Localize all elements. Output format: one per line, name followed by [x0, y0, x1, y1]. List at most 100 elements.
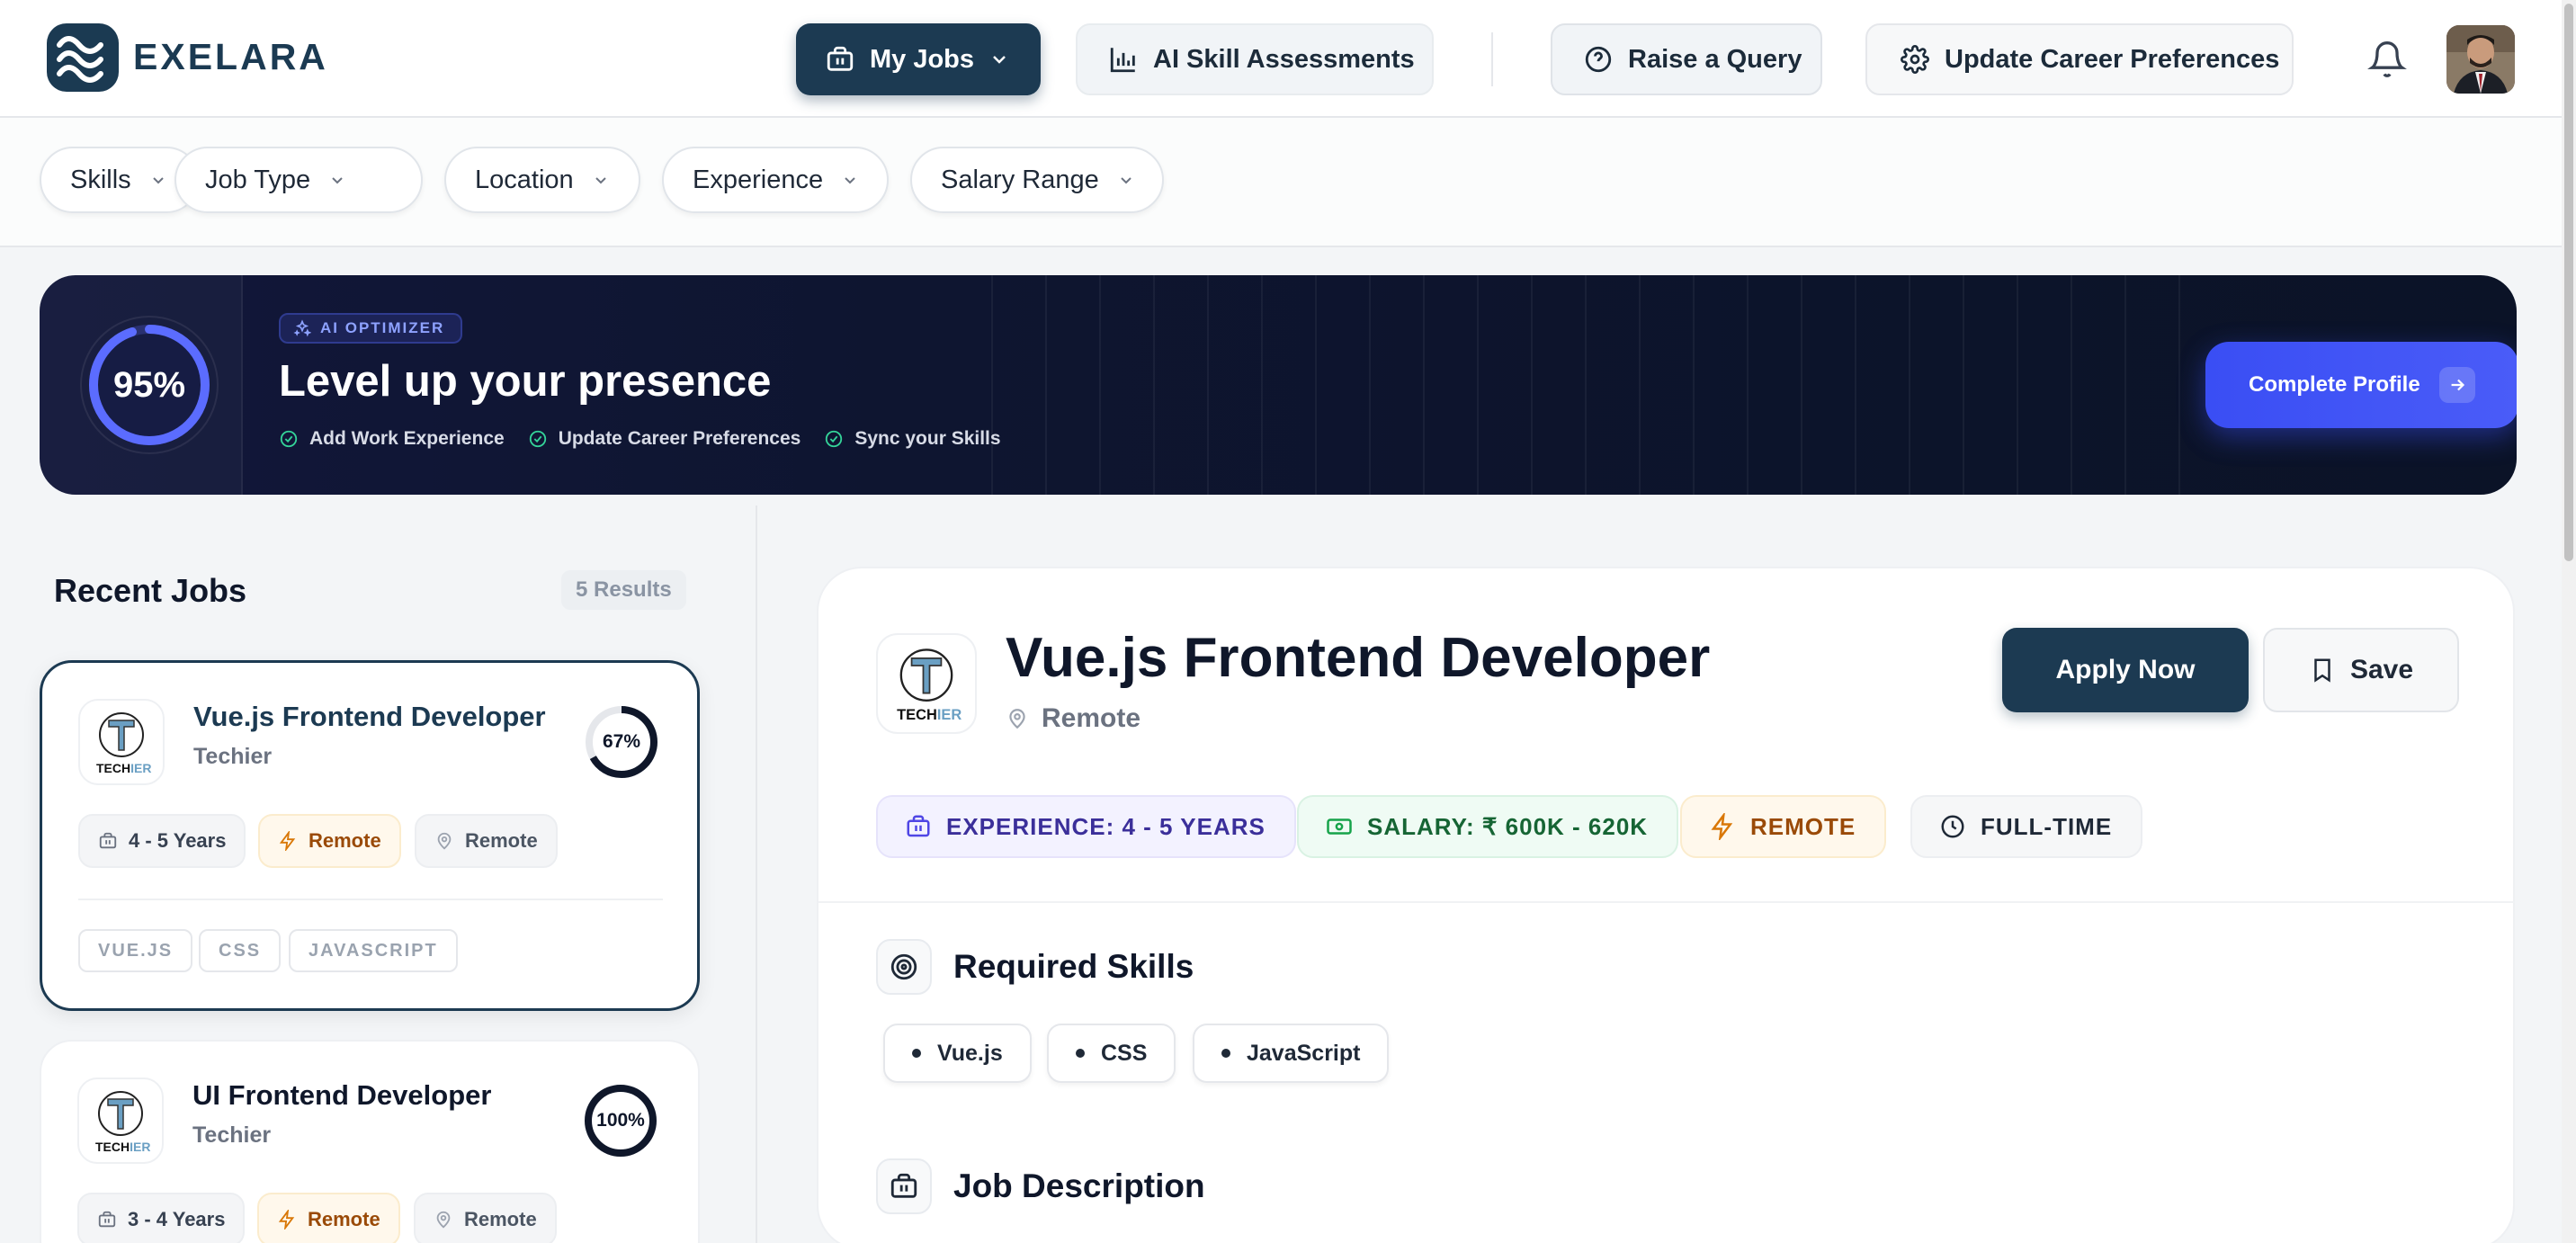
notification-bell-icon[interactable]	[2367, 40, 2407, 79]
company-logo: TECHIER	[77, 1078, 164, 1164]
scrollbar-thumb[interactable]	[2564, 4, 2573, 561]
remote-chip: Remote	[257, 1193, 400, 1243]
logo-text-main: TECH	[96, 761, 130, 775]
bookmark-icon	[2314, 658, 2330, 683]
chevron-down-icon	[987, 42, 1012, 76]
location-chip: Remote	[414, 1193, 557, 1243]
nav-my-jobs-button[interactable]: My Jobs	[796, 23, 1041, 95]
brand-name: EXELARA	[133, 36, 328, 77]
raise-query-label: Raise a Query	[1628, 44, 1802, 74]
logo-text-accent: IER	[937, 707, 962, 723]
bullet-dot	[912, 1049, 921, 1058]
skill-tag: VUE.JS	[78, 929, 193, 972]
complete-profile-button[interactable]: Complete Profile	[2205, 342, 2517, 428]
check-circle-icon	[280, 430, 298, 448]
filter-job-type[interactable]: Job Type	[174, 147, 423, 213]
update-career-preferences-label: Update Career Preferences	[1945, 44, 2280, 74]
remote-chip: Remote	[258, 814, 401, 868]
section-divider	[818, 901, 2515, 903]
experience-detail-label: EXPERIENCE: 4 - 5 YEARS	[946, 812, 1266, 840]
job-detail-panel: TECHIER Vue.js Frontend Developer Remote…	[817, 567, 2515, 1243]
filter-location[interactable]: Location	[444, 147, 640, 213]
svg-text:TECHIER: TECHIER	[95, 1140, 150, 1154]
sparkles-icon	[293, 319, 311, 337]
svg-text:TECHIER: TECHIER	[897, 707, 962, 723]
banknote-icon	[1327, 818, 1352, 835]
remote-detail-chip: REMOTE	[1680, 795, 1887, 858]
check-circle-icon	[826, 430, 843, 448]
job-type-detail-label: FULL-TIME	[1981, 812, 2113, 840]
arrow-right-icon	[2439, 367, 2475, 403]
filter-experience-label: Experience	[693, 165, 824, 194]
filter-job-type-label: Job Type	[205, 165, 311, 194]
page-scrollbar[interactable]	[2562, 0, 2576, 1243]
user-avatar[interactable]	[2446, 25, 2515, 94]
job-card[interactable]: TECHIER Vue.js Frontend Developer Techie…	[40, 660, 700, 1011]
bullet-dot	[1076, 1049, 1085, 1058]
job-detail-location: Remote	[1006, 703, 1140, 734]
card-divider	[78, 899, 663, 900]
nav-divider	[1491, 32, 1493, 86]
profile-checklist: Add Work Experience Update Career Prefer…	[279, 428, 1001, 450]
experience-chip-label: 3 - 4 Years	[128, 1208, 226, 1230]
check-circle-icon	[529, 430, 546, 448]
chevron-down-icon	[1115, 169, 1137, 191]
bar-chart-icon	[1106, 42, 1140, 76]
briefcase-icon	[876, 1158, 932, 1214]
match-score-value: 100%	[596, 1110, 645, 1131]
exelara-logo[interactable]	[43, 20, 122, 95]
logo-text-accent: IER	[130, 1140, 150, 1154]
bullet-dot	[1221, 1049, 1230, 1058]
map-pin-icon	[437, 832, 452, 850]
filter-experience[interactable]: Experience	[662, 147, 889, 213]
required-skill-label: Vue.js	[937, 1040, 1003, 1066]
job-card[interactable]: TECHIER UI Frontend Developer Techier 10…	[40, 1040, 700, 1243]
checklist-item-label: Sync your Skills	[854, 428, 1001, 449]
clock-icon	[1941, 815, 1964, 838]
job-type-detail-chip: FULL-TIME	[1910, 795, 2143, 858]
nav-ai-label: AI Skill Assessments	[1153, 44, 1415, 74]
apply-now-button[interactable]: Apply Now	[2002, 628, 2249, 712]
top-navbar: EXELARA My Jobs AI Skill Assessments Rai…	[0, 0, 2562, 118]
job-detail-location-label: Remote	[1042, 703, 1141, 733]
match-score-value: 67%	[602, 731, 641, 752]
save-label: Save	[2349, 655, 2414, 684]
profile-score-value: 95%	[112, 364, 186, 405]
checklist-item: Add Work Experience	[279, 428, 505, 450]
company-logo: TECHIER	[78, 699, 165, 785]
experience-detail-chip: EXPERIENCE: 4 - 5 YEARS	[876, 795, 1296, 858]
banner-title: Level up your presence	[279, 357, 772, 406]
required-skill-chip: Vue.js	[883, 1024, 1032, 1083]
salary-detail-label: SALARY: ₹ 600K - 620K	[1367, 812, 1649, 840]
profile-optimizer-banner: 95% AI OPTIMIZER Level up your presence …	[40, 275, 2517, 495]
required-skill-label: CSS	[1101, 1040, 1148, 1066]
target-icon	[876, 939, 932, 995]
briefcase-icon	[98, 1211, 116, 1228]
filter-location-label: Location	[475, 165, 574, 194]
job-description-heading: Job Description	[953, 1167, 1205, 1204]
save-job-button[interactable]: Save	[2263, 628, 2459, 712]
lightning-icon	[1711, 813, 1733, 840]
filter-salary-range[interactable]: Salary Range	[910, 147, 1164, 213]
nav-ai-skill-assessments-button[interactable]: AI Skill Assessments	[1076, 23, 1434, 95]
job-card-company: Techier	[192, 1122, 272, 1148]
ai-optimizer-label: AI OPTIMIZER	[320, 319, 445, 336]
map-pin-icon	[436, 1211, 451, 1229]
remote-chip-label: Remote	[309, 829, 381, 852]
chevron-down-icon	[839, 169, 861, 191]
chevron-down-icon	[590, 169, 612, 191]
location-chip: Remote	[415, 814, 558, 868]
briefcase-icon	[99, 832, 117, 849]
checklist-item-label: Update Career Preferences	[558, 428, 801, 449]
svg-text:TECHIER: TECHIER	[96, 761, 151, 775]
job-detail-title: Vue.js Frontend Developer	[1006, 627, 1711, 689]
required-skills-heading: Required Skills	[953, 948, 1194, 985]
job-card-title: UI Frontend Developer	[192, 1079, 492, 1111]
gear-icon	[1898, 42, 1932, 76]
lightning-icon	[279, 831, 296, 851]
logo-text-main: TECH	[95, 1140, 130, 1154]
update-career-preferences-button[interactable]: Update Career Preferences	[1865, 23, 2294, 95]
checklist-item: Sync your Skills	[824, 428, 1001, 450]
location-chip-label: Remote	[465, 829, 538, 852]
raise-query-button[interactable]: Raise a Query	[1551, 23, 1822, 95]
